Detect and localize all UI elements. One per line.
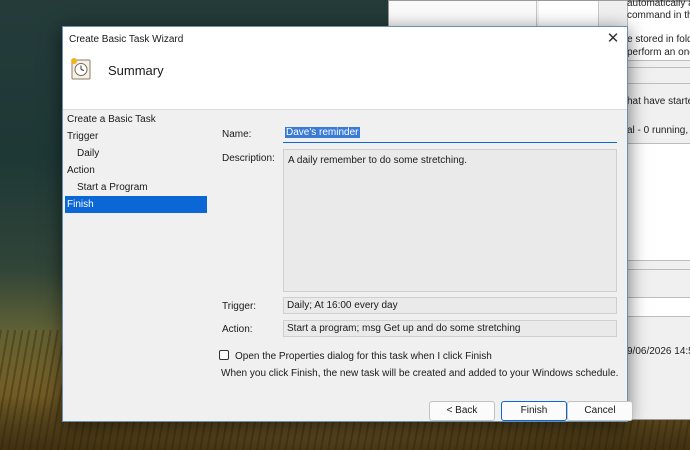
background-separator <box>627 67 690 68</box>
step-action[interactable]: Action <box>63 162 211 179</box>
finish-button[interactable]: Finish <box>501 401 567 421</box>
background-text: perform an one <box>627 47 690 58</box>
step-start-a-program[interactable]: Start a Program <box>63 179 211 196</box>
cancel-button[interactable]: Cancel <box>567 401 633 421</box>
background-separator <box>627 83 690 84</box>
name-field[interactable]: Dave's reminder <box>283 126 617 143</box>
dialog-title: Create Basic Task Wizard <box>69 34 184 45</box>
wizard-steps: Create a Basic Task Trigger Daily Action… <box>63 111 211 213</box>
action-value: Start a program; msg Get up and do some … <box>283 320 617 337</box>
page-title: Summary <box>108 63 164 78</box>
description-field[interactable]: A daily remember to do some stretching. <box>283 149 617 292</box>
background-text: al - 0 running, <box>627 125 689 136</box>
background-text: command in the Actio <box>627 10 690 21</box>
step-trigger[interactable]: Trigger <box>63 128 211 145</box>
name-label: Name: <box>222 129 252 140</box>
background-text: 9/06/2026 14:5 <box>627 346 690 357</box>
close-icon[interactable]: ✕ <box>599 27 627 52</box>
trigger-value: Daily; At 16:00 every day <box>283 297 617 314</box>
create-basic-task-dialog: Create Basic Task Wizard ✕ Summary Creat… <box>62 26 633 422</box>
background-text: automatically at the tir <box>627 0 690 9</box>
open-properties-checkbox-label: Open the Properties dialog for this task… <box>235 351 492 362</box>
open-properties-checkbox[interactable] <box>219 350 229 360</box>
background-list-panel <box>627 143 690 261</box>
back-button[interactable]: < Back <box>429 401 495 421</box>
step-finish[interactable]: Finish <box>65 196 207 213</box>
name-value: Dave's reminder <box>285 127 360 138</box>
step-create-basic-task[interactable]: Create a Basic Task <box>63 111 211 128</box>
background-text: hat have starte <box>627 96 690 107</box>
open-properties-checkbox-row[interactable]: Open the Properties dialog for this task… <box>219 350 492 364</box>
dialog-header: Summary <box>63 52 627 110</box>
task-clock-icon <box>71 58 91 80</box>
step-daily[interactable]: Daily <box>63 145 211 162</box>
background-scrollbar <box>627 297 690 317</box>
description-label: Description: <box>222 153 275 164</box>
finish-info-text: When you click Finish, the new task will… <box>221 368 619 379</box>
trigger-label: Trigger: <box>222 301 257 312</box>
background-text: e stored in fold <box>627 34 690 45</box>
dialog-titlebar[interactable]: Create Basic Task Wizard ✕ <box>63 27 627 52</box>
action-label: Action: <box>222 324 253 335</box>
background-separator <box>627 269 690 270</box>
